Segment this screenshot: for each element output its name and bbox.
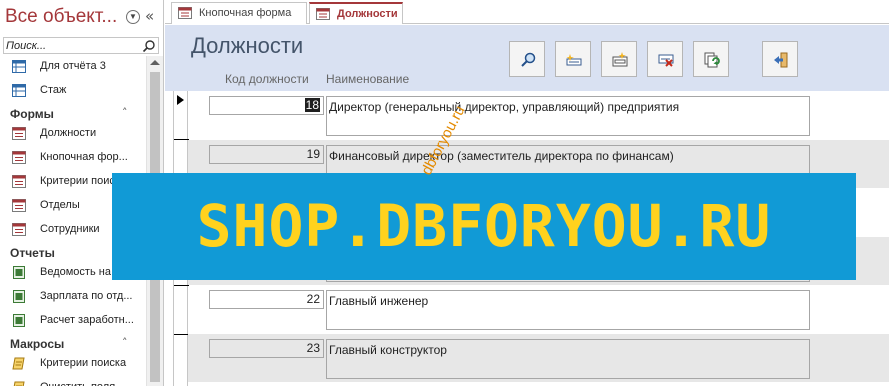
new-record-button[interactable] bbox=[555, 41, 591, 77]
column-header-code: Код должности bbox=[225, 72, 309, 86]
tab-positions[interactable]: Должности bbox=[309, 2, 403, 24]
nav-group-label: Формы bbox=[10, 107, 54, 121]
nav-item[interactable]: Зарплата по отд... bbox=[0, 286, 146, 308]
tab-label: Кнопочная форма bbox=[199, 7, 292, 19]
report-icon bbox=[12, 266, 26, 279]
record-row: 23 Главный конструктор bbox=[188, 334, 889, 382]
position-code-field[interactable]: 19 bbox=[209, 144, 324, 164]
new-record-icon bbox=[566, 54, 582, 66]
record-row: 18 Директор (генеральный директор, управл… bbox=[188, 91, 889, 139]
record-separator bbox=[174, 139, 189, 140]
nav-group-label: Отчеты bbox=[10, 246, 55, 260]
nav-item[interactable]: Расчет заработн... bbox=[0, 310, 146, 332]
position-code-value: 23 bbox=[306, 341, 320, 355]
nav-group-header[interactable]: Формы ˄ bbox=[0, 104, 146, 124]
report-icon bbox=[12, 84, 26, 97]
position-code-field[interactable]: 23 bbox=[209, 339, 324, 358]
delete-record-button[interactable] bbox=[647, 41, 683, 77]
access-window: Все объект... ▼ « Для отчёта 3 Стаж Формы ˄… bbox=[0, 0, 889, 386]
nav-search-box bbox=[3, 37, 159, 54]
record-separator bbox=[174, 334, 189, 335]
chevron-down-icon[interactable]: ▼ bbox=[126, 10, 140, 24]
page-title: Должности bbox=[191, 33, 304, 58]
scroll-up-icon[interactable] bbox=[150, 60, 160, 65]
form-icon bbox=[12, 199, 26, 212]
column-header-name: Наименование bbox=[326, 72, 410, 86]
nav-item-label: Кнопочная фор... bbox=[40, 151, 128, 163]
nav-item-label: Расчет заработн... bbox=[40, 314, 134, 326]
nav-item-label: Стаж bbox=[40, 84, 67, 96]
macro-icon bbox=[12, 357, 26, 370]
position-name-field[interactable]: Главный конструктор bbox=[326, 339, 810, 379]
position-name-field[interactable]: Директор (генеральный директор, управляю… bbox=[326, 96, 810, 136]
nav-header: Все объект... ▼ « bbox=[0, 0, 164, 36]
nav-item-label: Для отчёта 3 bbox=[40, 60, 106, 72]
search-input[interactable] bbox=[6, 38, 138, 53]
record-row: 22 Главный инженер bbox=[188, 285, 889, 333]
tab-switchboard[interactable]: Кнопочная форма bbox=[171, 2, 307, 24]
save-record-button[interactable] bbox=[601, 41, 637, 77]
nav-item-label: Критерии поиска bbox=[40, 357, 127, 369]
nav-item[interactable]: Стаж bbox=[0, 80, 146, 102]
collapse-pane-icon[interactable]: « bbox=[145, 7, 154, 25]
position-name-field[interactable]: Главный инженер bbox=[326, 290, 810, 331]
nav-item[interactable]: Очистить поля bbox=[0, 377, 146, 386]
nav-item-label: Очистить поля bbox=[40, 381, 144, 386]
form-icon bbox=[12, 223, 26, 236]
nav-group-header[interactable]: Макросы ˄ bbox=[0, 334, 146, 354]
document-tab-bar: Кнопочная форма Должности bbox=[165, 0, 889, 24]
position-code-field[interactable]: 18 bbox=[209, 96, 324, 115]
record-separator bbox=[174, 285, 189, 286]
nav-item[interactable]: Должности bbox=[0, 123, 146, 145]
nav-item-label: Должности bbox=[40, 127, 97, 139]
collapse-group-icon[interactable]: ˄ bbox=[122, 106, 128, 119]
form-icon bbox=[178, 7, 192, 19]
macro-icon bbox=[12, 381, 26, 386]
collapse-group-icon[interactable]: ˄ bbox=[122, 336, 128, 349]
form-icon bbox=[12, 151, 26, 164]
nav-item[interactable]: Критерии поиска bbox=[0, 353, 146, 375]
close-form-button[interactable] bbox=[762, 41, 798, 77]
delete-record-icon bbox=[658, 54, 674, 67]
position-code-value: 19 bbox=[306, 146, 320, 161]
form-icon bbox=[316, 8, 330, 20]
form-icon bbox=[12, 175, 26, 188]
report-icon bbox=[12, 290, 26, 303]
position-code-value: 18 bbox=[304, 98, 320, 112]
save-record-icon bbox=[612, 52, 628, 67]
refresh-icon bbox=[704, 52, 720, 68]
nav-title[interactable]: Все объект... bbox=[5, 6, 117, 28]
nav-item-label: Зарплата по отд... bbox=[40, 290, 133, 302]
position-code-field[interactable]: 22 bbox=[209, 290, 324, 310]
find-record-button[interactable] bbox=[509, 41, 545, 77]
nav-item[interactable]: Кнопочная фор... bbox=[0, 147, 146, 169]
watermark-banner: SHOP.DBFORYOU.RU bbox=[112, 173, 856, 280]
position-code-value: 22 bbox=[306, 292, 320, 307]
exit-icon bbox=[774, 52, 788, 68]
search-icon bbox=[521, 52, 536, 67]
refresh-button[interactable] bbox=[693, 41, 729, 77]
form-icon bbox=[12, 127, 26, 140]
form-header: Должности Код должности Наименование bbox=[165, 25, 889, 91]
watermark-text: SHOP.DBFORYOU.RU bbox=[196, 192, 772, 260]
tab-label: Должности bbox=[337, 8, 398, 20]
report-icon bbox=[12, 314, 26, 327]
search-icon[interactable] bbox=[142, 39, 156, 53]
nav-group-label: Макросы bbox=[10, 337, 65, 351]
nav-item[interactable]: Для отчёта 3 bbox=[0, 56, 146, 78]
report-icon bbox=[12, 60, 26, 73]
current-record-icon bbox=[177, 95, 184, 105]
